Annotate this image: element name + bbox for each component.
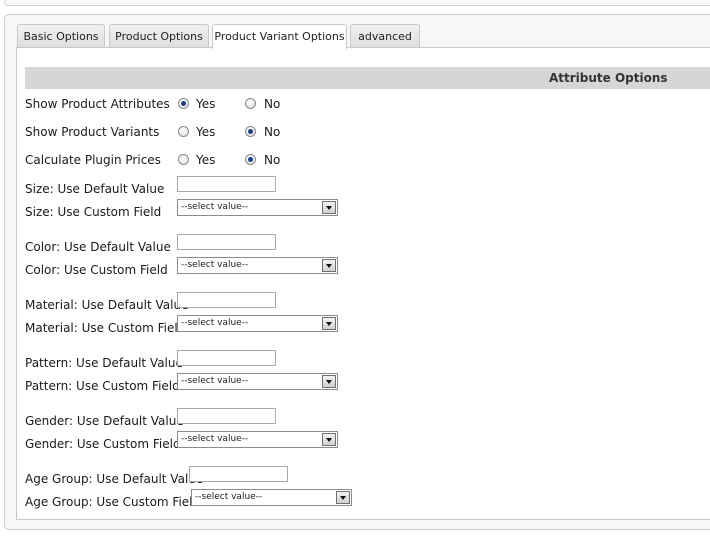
color-custom-row: Color: Use Custom Field bbox=[25, 261, 185, 279]
age-group-custom-label: Age Group: Use Custom Field bbox=[25, 495, 201, 509]
material-custom-select[interactable]: --select value-- bbox=[177, 315, 338, 332]
chevron-down-icon[interactable] bbox=[322, 433, 336, 446]
size-default-label: Size: Use Default Value bbox=[25, 182, 165, 196]
material-default-input[interactable] bbox=[177, 292, 276, 308]
size-default-input[interactable] bbox=[177, 176, 276, 192]
calculate-plugin-prices-yes-radio[interactable] bbox=[178, 154, 189, 165]
show-product-variants-row: Show Product Variants Yes No bbox=[25, 123, 325, 141]
gender-custom-label: Gender: Use Custom Field bbox=[25, 437, 181, 451]
calculate-plugin-prices-label: Calculate Plugin Prices bbox=[25, 153, 161, 167]
color-custom-label: Color: Use Custom Field bbox=[25, 263, 168, 277]
gender-custom-select[interactable]: --select value-- bbox=[177, 431, 338, 448]
calculate-plugin-prices-row: Calculate Plugin Prices Yes No bbox=[25, 151, 325, 169]
show-product-variants-label: Show Product Variants bbox=[25, 125, 160, 139]
pattern-custom-label: Pattern: Use Custom Field bbox=[25, 379, 180, 393]
chevron-down-icon[interactable] bbox=[322, 375, 336, 388]
material-custom-select-value: --select value-- bbox=[181, 318, 249, 328]
gender-default-row: Gender: Use Default Value bbox=[25, 412, 185, 430]
material-default-row: Material: Use Default Value bbox=[25, 296, 189, 314]
tab-product-options[interactable]: Product Options bbox=[109, 24, 209, 47]
size-custom-select-value: --select value-- bbox=[181, 202, 249, 212]
age-group-default-row: Age Group: Use Default Value bbox=[25, 470, 203, 488]
tab-basic-options[interactable]: Basic Options bbox=[17, 24, 105, 47]
color-custom-select-value: --select value-- bbox=[181, 260, 249, 270]
calculate-plugin-prices-no-label: No bbox=[264, 153, 281, 167]
section-header: Attribute Options bbox=[25, 67, 710, 89]
chevron-down-icon[interactable] bbox=[322, 259, 336, 272]
pattern-custom-select-value: --select value-- bbox=[181, 376, 249, 386]
show-product-attributes-no-radio[interactable] bbox=[245, 98, 256, 109]
pattern-custom-select[interactable]: --select value-- bbox=[177, 373, 338, 390]
calculate-plugin-prices-yes-label: Yes bbox=[196, 153, 216, 167]
tab-advanced[interactable]: advanced bbox=[350, 24, 420, 47]
material-custom-label: Material: Use Custom Field bbox=[25, 321, 186, 335]
gender-custom-row: Gender: Use Custom Field bbox=[25, 435, 185, 453]
section-title: Attribute Options bbox=[549, 71, 668, 85]
gender-default-label: Gender: Use Default Value bbox=[25, 414, 184, 428]
age-group-default-input[interactable] bbox=[189, 466, 288, 482]
size-default-row: Size: Use Default Value bbox=[25, 180, 185, 198]
material-custom-row: Material: Use Custom Field bbox=[25, 319, 185, 337]
show-product-variants-no-label: No bbox=[264, 125, 281, 139]
show-product-attributes-no-label: No bbox=[264, 97, 281, 111]
age-group-custom-select-value: --select value-- bbox=[195, 492, 263, 502]
pattern-default-input[interactable] bbox=[177, 350, 276, 366]
top-panel-frame bbox=[4, 0, 710, 6]
pattern-default-label: Pattern: Use Default Value bbox=[25, 356, 183, 370]
color-default-row: Color: Use Default Value bbox=[25, 238, 185, 256]
gender-custom-select-value: --select value-- bbox=[181, 434, 249, 444]
gender-default-input[interactable] bbox=[177, 408, 276, 424]
age-group-custom-row: Age Group: Use Custom Field bbox=[25, 493, 200, 511]
pattern-custom-row: Pattern: Use Custom Field bbox=[25, 377, 185, 395]
color-default-input[interactable] bbox=[177, 234, 276, 250]
size-custom-label: Size: Use Custom Field bbox=[25, 205, 162, 219]
chevron-down-icon[interactable] bbox=[322, 317, 336, 330]
pattern-default-row: Pattern: Use Default Value bbox=[25, 354, 185, 372]
size-custom-row: Size: Use Custom Field bbox=[25, 203, 185, 221]
age-group-default-label: Age Group: Use Default Value bbox=[25, 472, 204, 486]
show-product-variants-no-radio[interactable] bbox=[245, 126, 256, 137]
show-product-attributes-label: Show Product Attributes bbox=[25, 97, 170, 111]
material-default-label: Material: Use Default Value bbox=[25, 298, 189, 312]
age-group-custom-select[interactable]: --select value-- bbox=[191, 489, 352, 506]
show-product-attributes-yes-label: Yes bbox=[196, 97, 216, 111]
color-custom-select[interactable]: --select value-- bbox=[177, 257, 338, 274]
show-product-variants-yes-radio[interactable] bbox=[178, 126, 189, 137]
show-product-attributes-row: Show Product Attributes Yes No bbox=[25, 95, 325, 113]
show-product-variants-yes-label: Yes bbox=[196, 125, 216, 139]
chevron-down-icon[interactable] bbox=[336, 491, 350, 504]
chevron-down-icon[interactable] bbox=[322, 201, 336, 214]
size-custom-select[interactable]: --select value-- bbox=[177, 199, 338, 216]
show-product-attributes-yes-radio[interactable] bbox=[178, 98, 189, 109]
color-default-label: Color: Use Default Value bbox=[25, 240, 171, 254]
calculate-plugin-prices-no-radio[interactable] bbox=[245, 154, 256, 165]
tab-product-variant-options[interactable]: Product Variant Options bbox=[212, 24, 347, 49]
